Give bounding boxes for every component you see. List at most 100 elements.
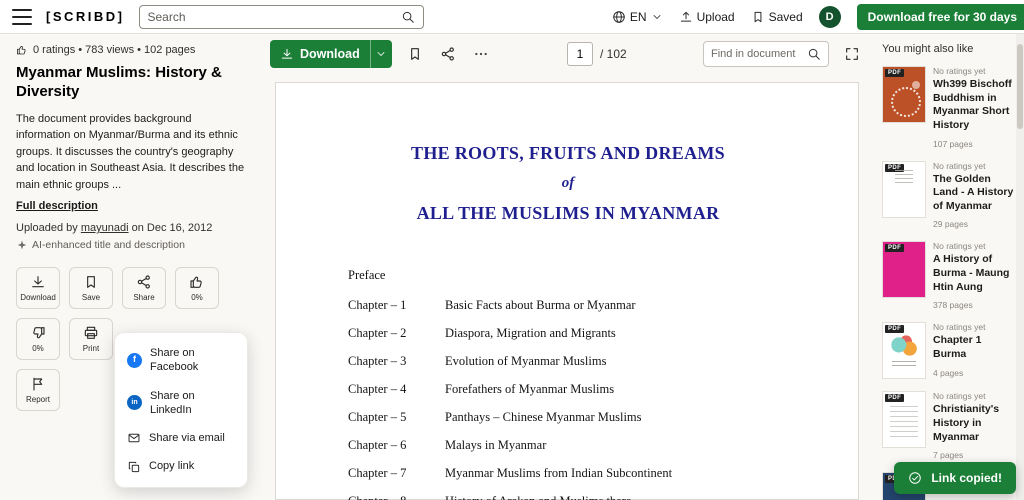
related-sidebar: You might also like PDF No ratings yet W… <box>872 34 1024 500</box>
chapter-number: Chapter – 3 <box>348 354 445 369</box>
download-main[interactable]: Download <box>270 40 370 68</box>
bookmark-button[interactable] <box>405 44 425 64</box>
menu-icon[interactable] <box>12 9 32 25</box>
avatar[interactable]: D <box>819 6 841 28</box>
chapter-title: Evolution of Myanmar Muslims <box>445 354 606 369</box>
download-action-button[interactable]: Download <box>16 267 60 309</box>
upload-label: Upload <box>697 10 735 24</box>
more-options-button[interactable] <box>471 44 491 64</box>
upload-date: on Dec 16, 2012 <box>132 222 213 234</box>
search-icon[interactable] <box>807 47 821 61</box>
flag-icon <box>30 376 46 392</box>
share-menu: f Share on Facebook in Share on LinkedIn… <box>114 332 248 488</box>
pdf-badge: PDF <box>885 325 904 333</box>
download-split-button[interactable]: Download <box>270 40 392 68</box>
doc-thumbnail[interactable]: PDF <box>882 322 926 379</box>
print-button[interactable]: Print <box>69 318 113 360</box>
toc-row: Chapter – 3 Evolution of Myanmar Muslims <box>348 354 788 369</box>
share-email-label: Share via email <box>149 431 225 445</box>
related-rating: No ratings yet <box>933 241 1014 251</box>
stats-text: 0 ratings • 783 views • 102 pages <box>33 44 195 56</box>
chapter-title: Malays in Myanmar <box>445 438 546 453</box>
pdf-badge: PDF <box>885 394 904 402</box>
share-facebook-item[interactable]: f Share on Facebook <box>115 339 247 382</box>
doc-thumbnail[interactable]: PDF <box>882 66 926 123</box>
related-pages: 107 pages <box>933 139 1014 149</box>
language-selector[interactable]: EN <box>612 10 663 24</box>
fullscreen-button[interactable] <box>842 44 862 64</box>
share-linkedin-item[interactable]: in Share on LinkedIn <box>115 382 247 425</box>
document-page: THE ROOTS, FRUITS AND DREAMS of ALL THE … <box>275 82 859 500</box>
related-doc-card[interactable]: PDF No ratings yet The Golden Land - A H… <box>882 161 1014 230</box>
upvote-button[interactable]: 0% <box>175 267 219 309</box>
facebook-icon: f <box>127 353 142 368</box>
chevron-down-icon <box>651 11 663 23</box>
doc-description: The document provides background informa… <box>16 111 246 194</box>
download-options-caret[interactable] <box>370 40 392 68</box>
download-icon <box>280 47 294 61</box>
scribd-logo[interactable]: [SCRIBD] <box>46 9 125 24</box>
uploader-link[interactable]: mayunadi <box>81 222 129 234</box>
share-email-item[interactable]: Share via email <box>115 424 247 452</box>
downvote-button[interactable]: 0% <box>16 318 60 360</box>
related-rating: No ratings yet <box>933 66 1014 76</box>
search-icon[interactable] <box>401 10 415 24</box>
chapter-title: Basic Facts about Burma or Myanmar <box>445 298 636 313</box>
search-input[interactable] <box>148 10 395 24</box>
related-title[interactable]: A History of Burma - Maung Htin Aung <box>933 253 1014 294</box>
report-button[interactable]: Report <box>16 369 60 411</box>
saved-button[interactable]: Saved <box>751 10 803 24</box>
sparkle-icon <box>16 239 28 251</box>
toast-message: Link copied! <box>931 471 1002 485</box>
share-action-button[interactable]: Share <box>122 267 166 309</box>
share-button[interactable] <box>438 44 458 64</box>
save-action-button[interactable]: Save <box>69 267 113 309</box>
global-search[interactable] <box>139 5 424 29</box>
uploaded-by: Uploaded by mayunadi on Dec 16, 2012 <box>16 222 246 234</box>
page-canvas: THE ROOTS, FRUITS AND DREAMS of ALL THE … <box>262 74 872 500</box>
scrollbar[interactable] <box>1016 34 1024 500</box>
download-icon <box>30 274 46 290</box>
toc-row: Chapter – 6 Malays in Myanmar <box>348 438 788 453</box>
download-free-cta[interactable]: Download free for 30 days <box>857 4 1024 30</box>
language-label: EN <box>630 10 647 24</box>
find-in-document[interactable] <box>703 41 829 67</box>
related-title[interactable]: Wh399 Bischoff Buddhism in Myanmar Short… <box>933 78 1014 133</box>
page-number-input[interactable] <box>567 42 593 66</box>
chapter-number: Chapter – 2 <box>348 326 445 341</box>
doc-title: Myanmar Muslims: History & Diversity <box>16 64 246 102</box>
related-doc-card[interactable]: PDF No ratings yet A History of Burma - … <box>882 241 1014 310</box>
related-title[interactable]: Christianity's History in Myanmar <box>933 403 1014 444</box>
toc-row: Chapter – 7 Myanmar Muslims from Indian … <box>348 466 788 481</box>
find-input[interactable] <box>711 48 802 60</box>
related-rating: No ratings yet <box>933 391 1014 401</box>
preface-label: Preface <box>348 268 788 283</box>
chapter-number: Chapter – 4 <box>348 382 445 397</box>
related-title[interactable]: The Golden Land - A History of Myanmar <box>933 173 1014 214</box>
doc-thumbnail[interactable]: PDF <box>882 241 926 298</box>
bookmark-icon <box>83 274 99 290</box>
check-circle-icon <box>908 471 922 485</box>
related-title[interactable]: Chapter 1 Burma <box>933 334 1014 361</box>
related-doc-card[interactable]: PDF No ratings yet Wh399 Bischoff Buddhi… <box>882 66 1014 149</box>
full-description-link[interactable]: Full description <box>16 200 98 212</box>
chapter-number: Chapter – 7 <box>348 466 445 481</box>
copy-icon <box>127 460 141 474</box>
doc-info-sidebar: 0 ratings • 783 views • 102 pages Myanma… <box>0 34 262 500</box>
scrollbar-thumb[interactable] <box>1017 44 1023 129</box>
toc-row: Chapter – 5 Panthays – Chinese Myanmar M… <box>348 410 788 425</box>
copy-link-item[interactable]: Copy link <box>115 452 247 480</box>
doc-thumbnail[interactable]: PDF <box>882 161 926 218</box>
chapter-title: History of Arakan and Muslims there <box>445 494 631 500</box>
doc-thumbnail[interactable]: PDF <box>882 391 926 448</box>
page-total: / 102 <box>600 47 627 61</box>
related-pages: 29 pages <box>933 219 1014 229</box>
related-doc-card[interactable]: PDF No ratings yet Christianity's Histor… <box>882 391 1014 460</box>
related-pages: 7 pages <box>933 450 1014 460</box>
chapter-number: Chapter – 8 <box>348 494 445 500</box>
viewer-toolbar: Download / 102 <box>262 34 872 74</box>
share-facebook-label: Share on Facebook <box>150 346 235 375</box>
upload-button[interactable]: Upload <box>679 10 735 24</box>
toc-row: Chapter – 8 History of Arakan and Muslim… <box>348 494 788 500</box>
related-doc-card[interactable]: PDF No ratings yet Chapter 1 Burma 4 pag… <box>882 322 1014 379</box>
